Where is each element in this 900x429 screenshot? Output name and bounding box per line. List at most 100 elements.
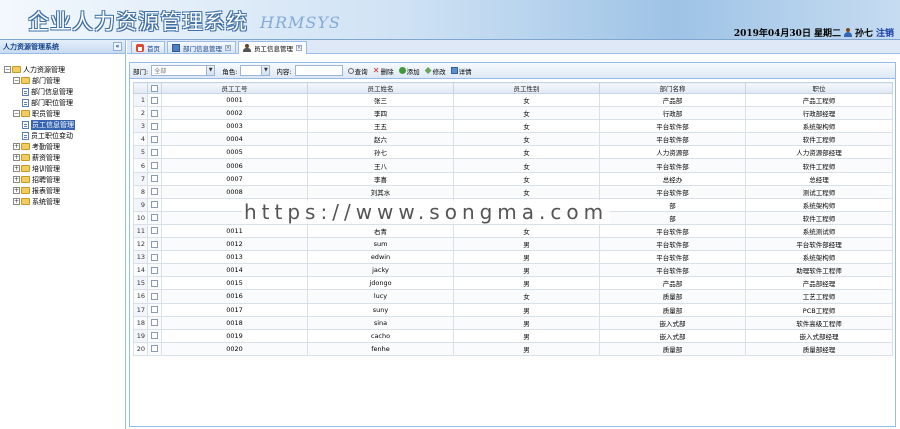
collapse-icon[interactable]: −: [4, 66, 11, 73]
delete-button[interactable]: ✕ 删除: [373, 66, 394, 76]
expand-icon[interactable]: +: [13, 165, 20, 172]
table-cell: 嵌入式部: [599, 315, 746, 330]
nav-tree-item[interactable]: 员工职位变动: [0, 130, 125, 141]
row-select-cell: [147, 171, 162, 186]
folder-icon: [21, 198, 30, 205]
select-all-checkbox[interactable]: [151, 84, 158, 92]
table-cell: [307, 210, 454, 225]
table-row[interactable]: 7 0007 李喜女总经办 总经理: [133, 171, 893, 186]
column-header[interactable]: 员工性别: [453, 82, 600, 94]
row-checkbox[interactable]: [151, 240, 158, 248]
row-checkbox[interactable]: [151, 266, 158, 274]
close-icon[interactable]: ×: [296, 45, 302, 51]
chevron-down-icon[interactable]: ▼: [206, 66, 215, 75]
table-cell: 右青: [307, 223, 454, 239]
collapse-icon[interactable]: −: [13, 77, 20, 84]
nav-tree-item[interactable]: − 人力资源管理: [0, 64, 125, 75]
table-row[interactable]: 2 0002 李四女行政部 行政部经理: [133, 106, 893, 121]
row-checkbox[interactable]: [151, 292, 158, 300]
table-row[interactable]: 1 0001 张三女产品部 产品工程师: [133, 92, 893, 108]
table-row[interactable]: 11 0011 右青女平台软件部 系统测试师: [133, 223, 893, 239]
tab-item[interactable]: 首页: [131, 41, 165, 53]
table-row[interactable]: 5 0005 孙七女人力资源部 人力资源部经理: [133, 145, 893, 160]
collapse-icon[interactable]: −: [13, 110, 20, 117]
table-row[interactable]: 16 0016 lucy 女质量部 工艺工程师: [133, 289, 893, 304]
row-checkbox[interactable]: [151, 201, 158, 209]
content-search-input[interactable]: [294, 65, 343, 76]
page-icon: [22, 131, 29, 140]
row-checkbox[interactable]: [151, 227, 158, 235]
nav-tree-item[interactable]: 部门信息管理: [0, 86, 125, 97]
detail-button[interactable]: 详情: [450, 66, 472, 76]
table-row[interactable]: 20 0020 fenhe 男质量部 质量部经理: [133, 341, 893, 356]
role-filter-select[interactable]: ▼: [240, 65, 271, 76]
row-checkbox[interactable]: [151, 96, 158, 104]
table-cell: 0014: [161, 263, 308, 278]
table-cell: 软件工程师: [745, 210, 893, 225]
row-checkbox[interactable]: [151, 306, 158, 314]
row-checkbox[interactable]: [151, 332, 158, 340]
nav-tree-item[interactable]: − 部门管理: [0, 75, 125, 86]
close-icon[interactable]: ×: [225, 44, 231, 51]
table-cell: 平台软件部: [599, 119, 746, 134]
expand-icon[interactable]: +: [13, 198, 20, 205]
row-checkbox[interactable]: [151, 109, 158, 117]
table-row[interactable]: 12 0012 sum 男平台软件部 平台软件部经理: [133, 237, 893, 252]
row-checkbox[interactable]: [151, 319, 158, 327]
column-header[interactable]: 职位: [745, 82, 893, 94]
table-row[interactable]: 8 0008 刘其水女平台软件部 测试工程师: [133, 184, 893, 199]
nav-tree-item-label: 考勤管理: [32, 142, 60, 151]
row-checkbox[interactable]: [151, 148, 158, 156]
tab-item[interactable]: 员工信息管理 ×: [238, 41, 307, 54]
dept-filter-select[interactable]: 全部 ▼: [151, 65, 216, 76]
table-cell: 0007: [161, 171, 308, 186]
nav-tree-item[interactable]: 部门职位管理: [0, 97, 125, 108]
expand-icon[interactable]: +: [13, 187, 20, 194]
row-checkbox[interactable]: [151, 345, 158, 353]
column-header[interactable]: 员工姓名: [307, 82, 454, 94]
nav-tree-item[interactable]: + 薪资管理: [0, 152, 125, 163]
row-checkbox[interactable]: [151, 175, 158, 183]
nav-tree-item[interactable]: − 职员管理: [0, 108, 125, 119]
nav-tree-item[interactable]: 员工信息管理: [0, 119, 125, 130]
nav-tree-item[interactable]: + 考勤管理: [0, 141, 125, 152]
row-checkbox[interactable]: [151, 214, 158, 222]
logout-link[interactable]: 注销: [876, 26, 894, 39]
table-row[interactable]: 10 部软件工程师: [133, 210, 893, 225]
row-checkbox[interactable]: [151, 135, 158, 143]
add-button[interactable]: 添加: [398, 66, 420, 76]
row-checkbox[interactable]: [151, 122, 158, 130]
nav-tree-item[interactable]: + 系统管理: [0, 196, 125, 207]
nav-tree-item[interactable]: + 报表管理: [0, 185, 125, 196]
table-row[interactable]: 15 0015 jdongo 男产品部 产品部经理: [133, 276, 893, 291]
table-row[interactable]: 6 0006 王八女平台软件部 软件工程师: [133, 158, 893, 173]
edit-button[interactable]: 修改: [424, 66, 446, 76]
table-cell: 女: [453, 145, 600, 160]
chevron-down-icon[interactable]: ▼: [261, 66, 270, 75]
search-icon: [347, 67, 354, 74]
nav-tree-item[interactable]: + 招聘管理: [0, 174, 125, 185]
row-checkbox[interactable]: [151, 279, 158, 287]
table-row[interactable]: 19 0019 cacho 男嵌入式部 嵌入式部经理: [133, 328, 893, 343]
row-checkbox[interactable]: [151, 253, 158, 261]
column-header[interactable]: 部门名称: [599, 82, 746, 94]
table-row[interactable]: 14 0014 jacky 男平台软件部 助理软件工程师: [133, 263, 893, 278]
row-checkbox[interactable]: [151, 162, 158, 170]
nav-tree-item[interactable]: + 培训管理: [0, 163, 125, 174]
tab-item[interactable]: 部门信息管理 ×: [167, 41, 236, 53]
table-row[interactable]: 17 0017 suny 男质量部 PCB工程师: [133, 302, 893, 317]
expand-icon[interactable]: +: [13, 176, 20, 183]
expand-icon[interactable]: +: [13, 154, 20, 161]
table-row[interactable]: 9 部系统架构师: [133, 197, 893, 212]
table-row[interactable]: 3 0003 王五女平台软件部 系统架构师: [133, 119, 893, 134]
row-checkbox[interactable]: [151, 188, 158, 196]
column-header[interactable]: 员工工号: [161, 82, 308, 94]
table-row[interactable]: 13 0013 edwin 男平台软件部 系统架构师: [133, 250, 893, 265]
user-icon: [843, 28, 852, 37]
sidebar-collapse-button[interactable]: «: [113, 42, 122, 51]
expand-icon[interactable]: +: [13, 143, 20, 150]
table-row[interactable]: 4 0004 赵六女平台软件部 软件工程师: [133, 132, 893, 147]
search-button[interactable]: 查询: [347, 66, 368, 76]
table-cell: 赵六: [307, 132, 454, 147]
table-row[interactable]: 18 0018 sina 男嵌入式部 软件高级工程师: [133, 315, 893, 330]
